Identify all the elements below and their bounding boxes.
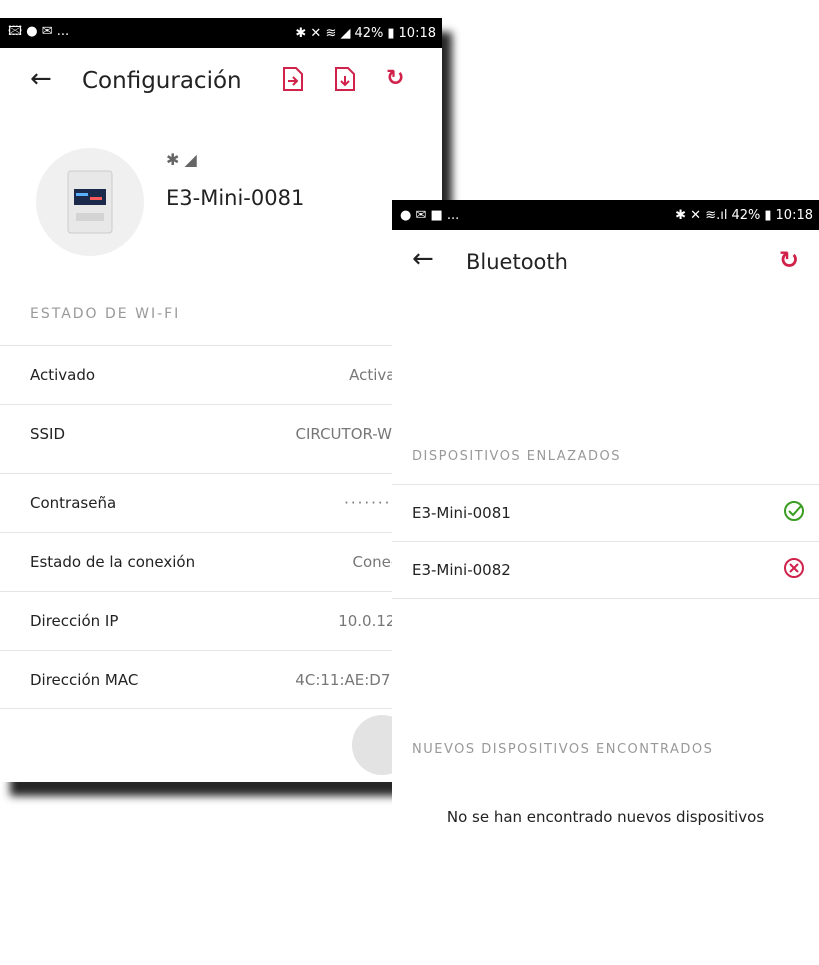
battery-icon: ▮	[387, 25, 395, 41]
back-arrow-icon[interactable]: ←	[412, 244, 434, 274]
wifi-row-connection-status[interactable]: Estado de la conexión Conect	[0, 532, 442, 591]
back-arrow-icon[interactable]: ←	[30, 64, 52, 94]
notification-icons: ● ✉ ■ ...	[400, 207, 460, 223]
battery-icon: ▮	[764, 207, 772, 223]
clock: 10:18	[775, 207, 813, 223]
connection-icons: ✱ ◢	[166, 150, 197, 169]
refresh-icon[interactable]: ↻	[386, 66, 404, 98]
new-devices-title: NUEVOS DISPOSITIVOS ENCONTRADOS	[412, 742, 714, 757]
app-bar: ← Bluetooth ↻	[392, 230, 819, 296]
refresh-icon[interactable]: ↻	[779, 246, 799, 274]
wifi-row-ssid[interactable]: SSID CIRCUTOR-WIF	[0, 404, 442, 463]
device-name: E3-Mini-0081	[166, 186, 305, 210]
x-circle-icon	[783, 557, 805, 584]
bluetooth-screen: ● ✉ ■ ... ✱ ✕ ≋.ıl 42% ▮ 10:18 ← Bluetoo…	[392, 200, 819, 880]
battery-level: 42%	[731, 207, 761, 223]
status-bar: 🖾 ● ✉ ... ✱ ✕ ≋ ◢ 42% ▮ 10:18	[0, 18, 442, 48]
page-title: Configuración	[82, 68, 242, 94]
status-icons: ✱ ✕ ≋ ◢	[295, 25, 351, 41]
wifi-row-enabled[interactable]: Activado Activad	[0, 345, 442, 404]
wifi-section-title: ESTADO DE WI-FI	[30, 306, 181, 322]
wifi-row-ip-address[interactable]: Dirección IP 10.0.123	[0, 591, 442, 650]
paired-devices-title: DISPOSITIVOS ENLAZADOS	[412, 449, 621, 464]
battery-level: 42%	[354, 25, 384, 41]
paired-device-row[interactable]: E3-Mini-0082	[392, 541, 819, 599]
upload-file-icon[interactable]	[282, 66, 304, 98]
device-image	[36, 148, 144, 256]
clock: 10:18	[398, 25, 436, 41]
divider	[0, 708, 442, 709]
bluetooth-icon: ✱	[166, 150, 180, 169]
status-icons: ✱ ✕ ≋.ıl	[675, 207, 728, 223]
download-file-icon[interactable]	[334, 66, 356, 98]
empty-message: No se han encontrado nuevos dispositivos	[446, 808, 765, 826]
wifi-row-password[interactable]: Contraseña ·········	[0, 473, 442, 532]
signal-icon: ◢	[184, 150, 197, 169]
page-title: Bluetooth	[466, 250, 568, 274]
configuration-screen: 🖾 ● ✉ ... ✱ ✕ ≋ ◢ 42% ▮ 10:18 ← Configur…	[0, 18, 442, 782]
status-bar: ● ✉ ■ ... ✱ ✕ ≋.ıl 42% ▮ 10:18	[392, 200, 819, 230]
check-circle-icon	[783, 500, 805, 527]
paired-device-row[interactable]: E3-Mini-0081	[392, 484, 819, 541]
wifi-row-mac-address[interactable]: Dirección MAC 4C:11:AE:D7:4	[0, 650, 442, 709]
app-bar: ← Configuración ↻	[0, 48, 442, 114]
notification-icons: 🖾 ● ✉ ...	[8, 24, 70, 39]
